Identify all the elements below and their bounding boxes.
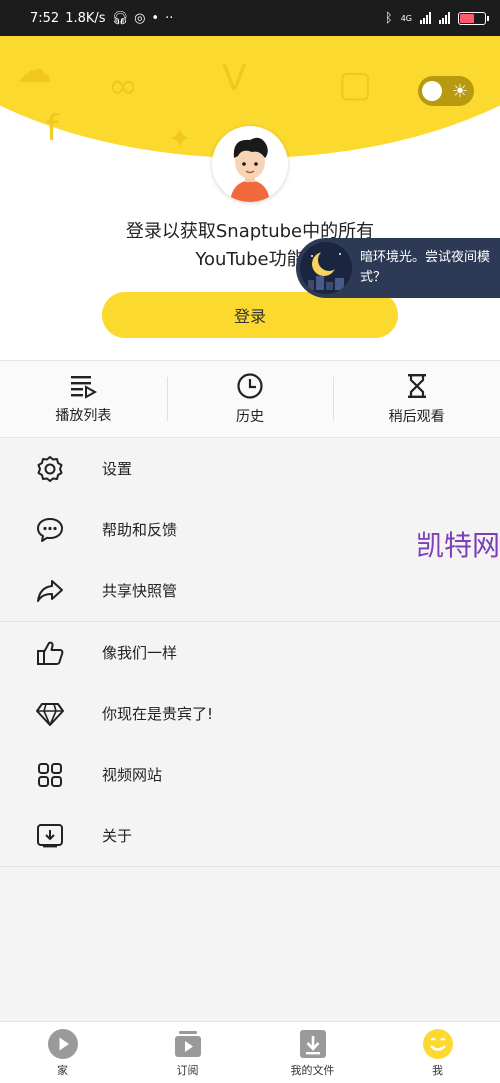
- history-clock-icon: [237, 373, 263, 399]
- subscriptions-icon: [174, 1030, 201, 1057]
- menu-item-about-label: 关于: [102, 827, 133, 845]
- status-speed: 1.8K/s: [65, 10, 106, 26]
- nav-my-files-label: 我的文件: [290, 1063, 335, 1077]
- moon-icon: [300, 242, 352, 294]
- quick-watch-later[interactable]: 稍后观看: [333, 361, 500, 437]
- share-arrow-icon: [34, 575, 66, 607]
- diamond-icon: [34, 698, 66, 730]
- menu-item-settings[interactable]: 设置: [0, 438, 500, 499]
- nav-subscriptions-label: 订阅: [176, 1063, 199, 1077]
- vine-deco-icon: V: [222, 58, 247, 99]
- headphones-icon: 🎧︎: [111, 10, 129, 26]
- signal-icon: [420, 12, 431, 24]
- nav-subscriptions[interactable]: 订阅: [125, 1022, 250, 1083]
- instagram-deco-icon: ▢: [338, 64, 373, 105]
- sun-icon: ☀: [451, 80, 468, 102]
- quick-watch-later-label: 稍后观看: [388, 409, 445, 425]
- menu-item-about[interactable]: 关于: [0, 805, 500, 866]
- watermark-text: 凯特网: [415, 529, 500, 562]
- nav-me-label: 我: [432, 1063, 443, 1077]
- menu-item-share-label: 共享快照管: [102, 582, 178, 600]
- theme-toggle[interactable]: ☀: [418, 76, 474, 106]
- soundcloud-deco-icon: ☁: [16, 50, 52, 91]
- sync-icon: ◎: [134, 10, 146, 26]
- avatar[interactable]: [212, 126, 288, 202]
- download-file-icon: [299, 1029, 326, 1058]
- quick-playlist-label: 播放列表: [55, 408, 112, 424]
- menu-item-video-sites-label: 视频网站: [102, 766, 163, 784]
- playlist-icon: [71, 376, 98, 399]
- play-circle-icon: [47, 1028, 78, 1059]
- avatar-boy-icon: [230, 137, 270, 202]
- status-bar: 7:52 1.8K/s 🎧︎ ◎ • ·· ᛒ 4G: [0, 0, 500, 36]
- menu-item-like-us-label: 像我们一样: [102, 644, 178, 662]
- hourglass-icon: [407, 374, 426, 398]
- tooltip-text: 暗环境光。尝试夜间模式？: [360, 250, 491, 285]
- menu-item-help-label: 帮助和反馈: [102, 521, 178, 539]
- nav-home-label: 家: [57, 1063, 68, 1077]
- nav-my-files[interactable]: 我的文件: [250, 1022, 375, 1083]
- status-time: 7:52: [30, 10, 60, 26]
- link-deco-icon: ∞: [108, 66, 138, 107]
- about-download-icon: [34, 820, 66, 852]
- more-notifications-icon: ··: [165, 10, 174, 26]
- twitter-deco-icon: ✦: [168, 122, 192, 155]
- grid-apps-icon: [34, 759, 66, 791]
- thumbs-up-icon: [34, 637, 66, 669]
- battery-icon: [458, 11, 489, 25]
- bottom-navigation: 家 订阅 我的文件 我: [0, 1021, 500, 1083]
- quick-history[interactable]: 历史: [166, 361, 334, 437]
- quick-history-label: 历史: [236, 409, 264, 425]
- night-mode-tooltip[interactable]: 暗环境光。尝试夜间模式？: [296, 238, 500, 298]
- menu-bottom-divider: [0, 866, 500, 867]
- facebook-deco-icon: f: [46, 108, 59, 149]
- network-type: 4G: [400, 13, 412, 23]
- signal-icon-2: [439, 12, 450, 24]
- menu-item-vip-label: 你现在是贵宾了!: [102, 705, 214, 723]
- quick-actions-row: 播放列表 历史 稍后观看: [0, 360, 500, 438]
- chat-bubble-icon: [34, 514, 66, 546]
- quick-playlist[interactable]: 播放列表: [0, 361, 167, 437]
- menu-group-more: 像我们一样 你现在是贵宾了! 视频网站 关于: [0, 622, 500, 866]
- login-button[interactable]: 登录: [102, 292, 398, 338]
- menu-item-vip[interactable]: 你现在是贵宾了!: [0, 683, 500, 744]
- gear-icon: [34, 453, 66, 485]
- bluetooth-icon: ᛒ: [384, 10, 393, 26]
- menu-item-video-sites[interactable]: 视频网站: [0, 744, 500, 805]
- menu-item-settings-label: 设置: [102, 460, 133, 478]
- smiley-icon: [422, 1028, 453, 1059]
- profile-header: ☁ ∞ V ▢ f ✦ ☀ 登录以获取Snaptube中的所有 YouTube功…: [0, 36, 500, 360]
- nav-home[interactable]: 家: [0, 1022, 125, 1083]
- menu-item-share[interactable]: 共享快照管: [0, 560, 500, 621]
- nav-me[interactable]: 我: [375, 1022, 500, 1083]
- notification-icon: •: [151, 10, 160, 26]
- toggle-knob: [422, 81, 442, 101]
- menu-item-like-us[interactable]: 像我们一样: [0, 622, 500, 683]
